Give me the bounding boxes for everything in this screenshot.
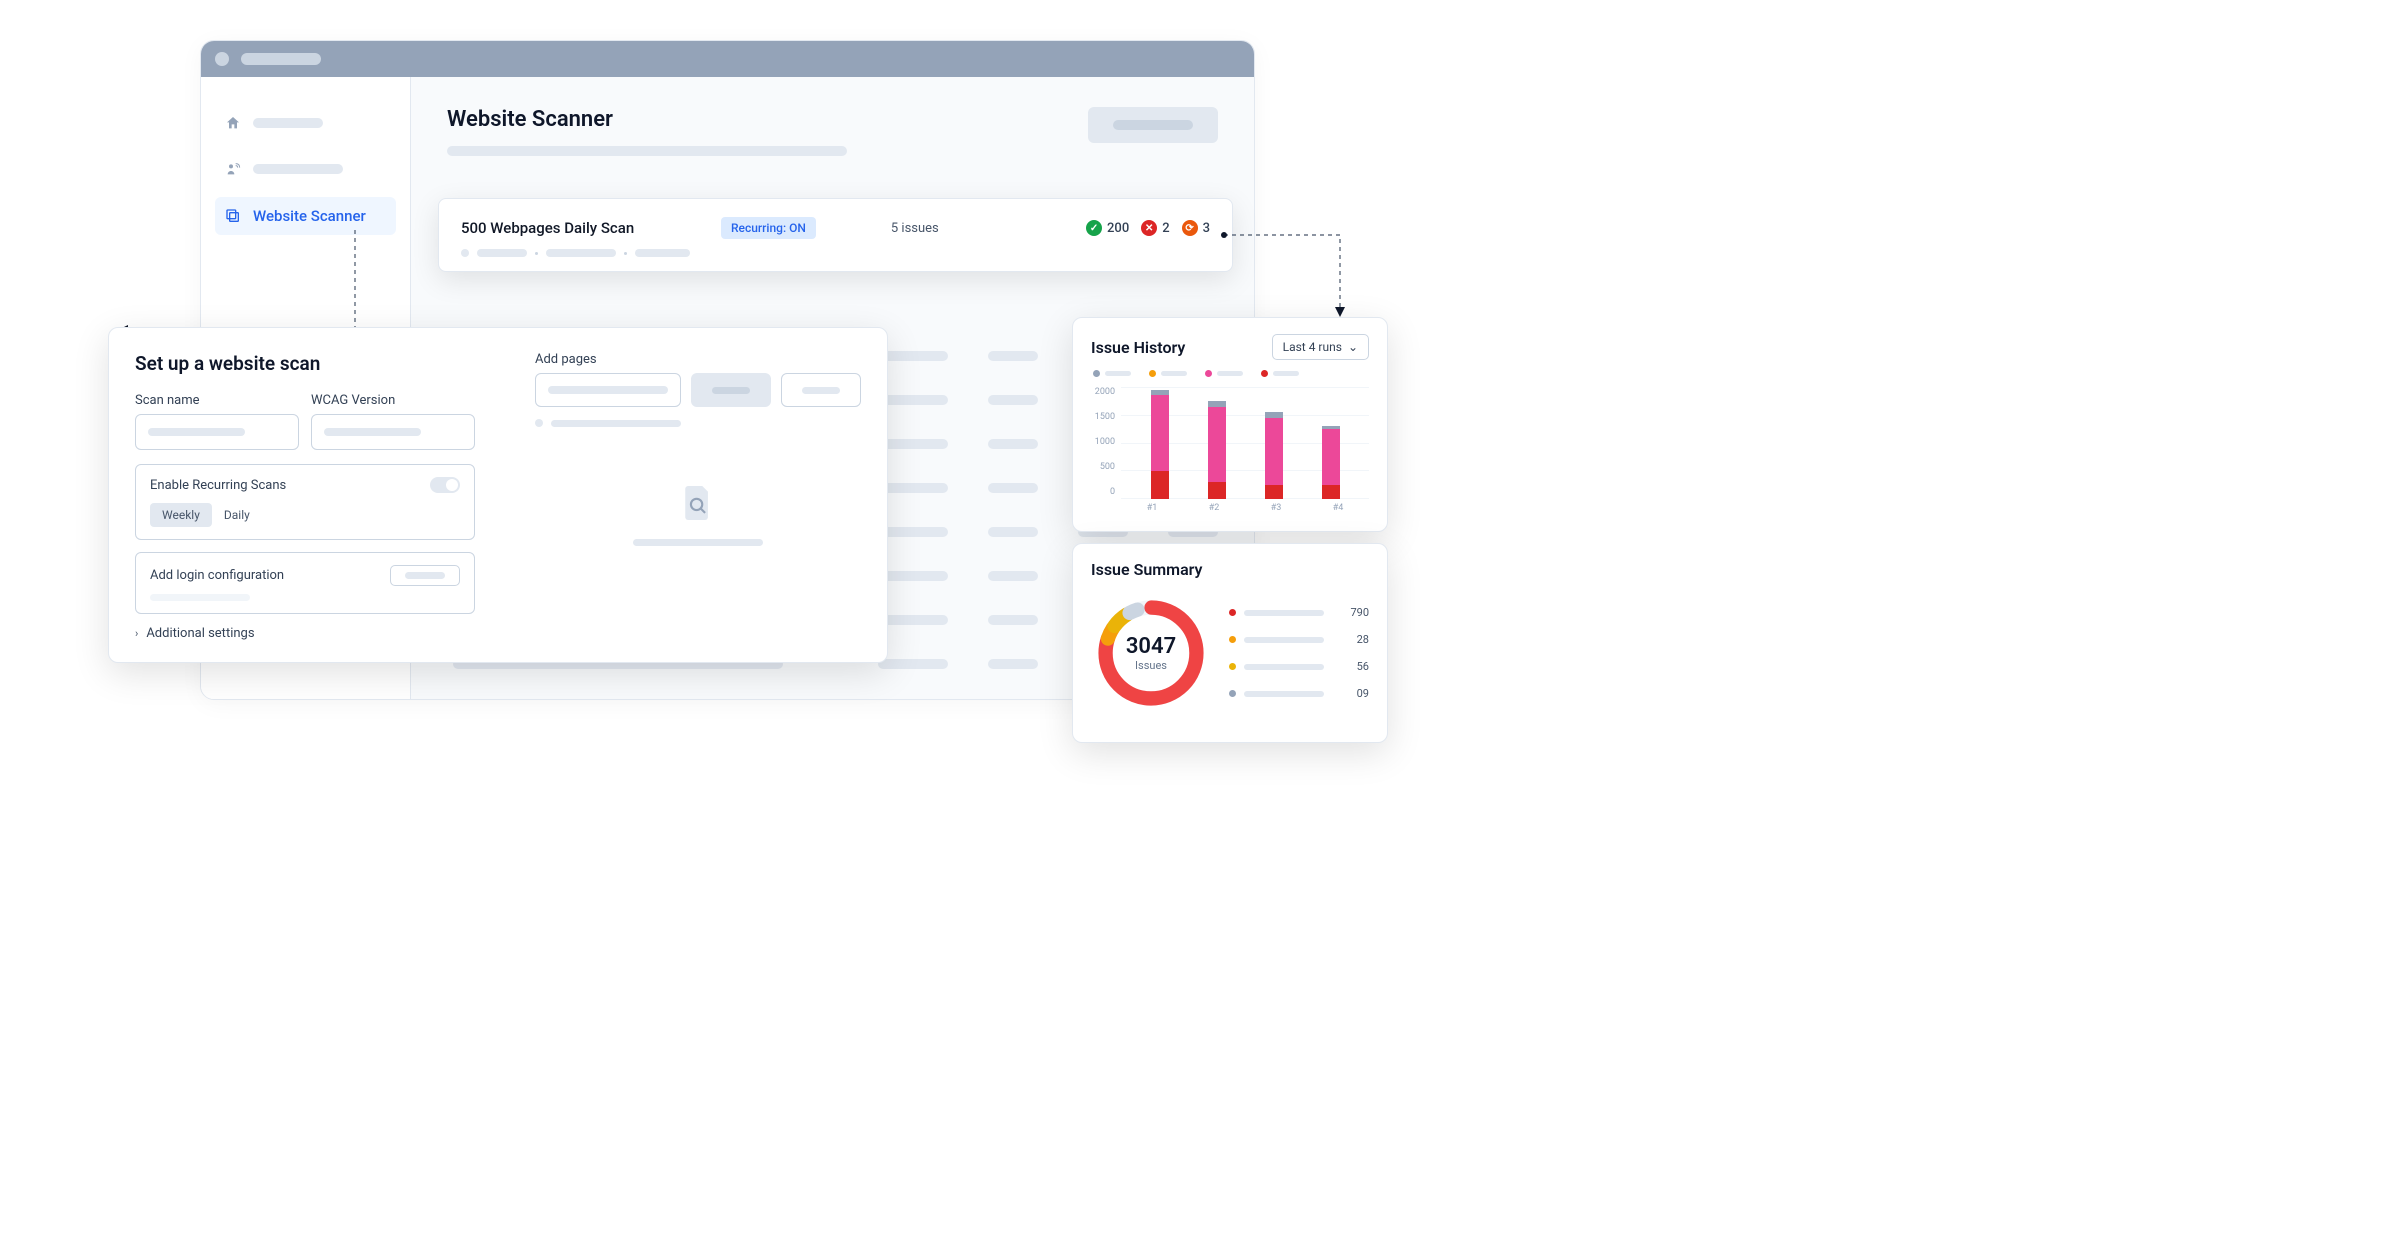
scan-name: 500 Webpages Daily Scan: [461, 219, 711, 237]
additional-settings-toggle[interactable]: › Additional settings: [135, 626, 475, 641]
login-config-button[interactable]: [390, 565, 460, 586]
scan-meta: [461, 249, 1210, 257]
bar: [1151, 390, 1169, 499]
summary-legend: 790 28 56 09: [1229, 606, 1369, 700]
scan-card[interactable]: 500 Webpages Daily Scan Recurring: ON 5 …: [438, 198, 1233, 272]
status-error: ✕ 2: [1141, 220, 1169, 236]
chevron-right-icon: ›: [135, 627, 138, 640]
issue-summary-title: Issue Summary: [1091, 560, 1369, 579]
add-pages-label: Add pages: [535, 352, 861, 367]
login-config-label: Add login configuration: [150, 568, 284, 583]
page-subtitle-placeholder: [447, 146, 847, 156]
sidebar-item-website-scanner[interactable]: Website Scanner: [215, 197, 396, 235]
frequency-tab-daily[interactable]: Daily: [212, 503, 262, 527]
recurring-toggle[interactable]: [430, 477, 460, 493]
page-title: Website Scanner: [447, 107, 847, 132]
chevron-down-icon: ⌄: [1348, 340, 1358, 354]
setup-scan-card: Set up a website scan Scan name WCAG Ver…: [108, 327, 888, 663]
warning-circle-icon: ⟳: [1182, 220, 1198, 236]
recurring-badge: Recurring: ON: [721, 217, 816, 239]
history-range-dropdown[interactable]: Last 4 runs ⌄: [1272, 334, 1369, 360]
empty-text-placeholder: [633, 539, 763, 546]
summary-item: 56: [1229, 660, 1369, 673]
pages-empty-state: [535, 483, 861, 546]
issues-count: 5 issues: [891, 221, 939, 236]
issue-history-title: Issue History: [1091, 338, 1185, 357]
status-group: ✓ 200 ✕ 2 ⟳ 3: [1086, 220, 1210, 236]
frequency-tab-weekly[interactable]: Weekly: [150, 503, 212, 527]
sidebar-label-placeholder: [253, 118, 323, 128]
legend-item: [1149, 370, 1187, 377]
recurring-box: Enable Recurring Scans Weekly Daily: [135, 464, 475, 540]
legend-item: [1205, 370, 1243, 377]
legend-item: [1261, 370, 1299, 377]
add-page-button[interactable]: [691, 373, 771, 407]
window-titlebar: [201, 41, 1254, 77]
issue-summary-card: Issue Summary 3047 Issues 790 28 56 09: [1072, 543, 1388, 743]
bar: [1208, 401, 1226, 499]
login-config-box: Add login configuration: [135, 552, 475, 614]
setup-title: Set up a website scan: [135, 352, 475, 375]
stack-icon: [225, 208, 241, 224]
status-success: ✓ 200: [1086, 220, 1129, 236]
status-warning: ⟳ 3: [1182, 220, 1210, 236]
issue-history-card: Issue History Last 4 runs ⌄ 200015001000…: [1072, 317, 1388, 532]
legend-item: [1093, 370, 1131, 377]
bar: [1322, 426, 1340, 499]
scan-name-input[interactable]: [135, 414, 299, 450]
x-circle-icon: ✕: [1141, 220, 1157, 236]
login-sub-placeholder: [150, 594, 460, 601]
bars: [1121, 387, 1369, 499]
sidebar-item-home[interactable]: [215, 105, 396, 141]
assistive-icon: [225, 161, 241, 177]
document-search-icon: [681, 483, 715, 523]
home-icon: [225, 115, 241, 131]
summary-item: 28: [1229, 633, 1369, 646]
secondary-page-button[interactable]: [781, 373, 861, 407]
pages-sub-row: [535, 419, 861, 427]
x-axis: #1#2#3#4: [1091, 499, 1369, 513]
donut-chart: 3047 Issues: [1091, 593, 1211, 713]
scan-name-label: Scan name: [135, 393, 299, 408]
summary-item: 09: [1229, 687, 1369, 700]
frequency-tabs: Weekly Daily: [150, 503, 460, 527]
bar-chart: 2000150010005000: [1091, 387, 1369, 499]
summary-item: 790: [1229, 606, 1369, 619]
window-control-dot: [215, 52, 229, 66]
page-url-input[interactable]: [535, 373, 681, 407]
wcag-version-select[interactable]: [311, 414, 475, 450]
y-axis: 2000150010005000: [1091, 387, 1115, 499]
wcag-version-label: WCAG Version: [311, 393, 475, 408]
sidebar-label-placeholder: [253, 164, 343, 174]
window-title-placeholder: [241, 53, 321, 65]
total-issues-label: Issues: [1135, 659, 1167, 672]
recurring-label: Enable Recurring Scans: [150, 478, 286, 493]
sidebar-item-assistive[interactable]: [215, 151, 396, 187]
check-circle-icon: ✓: [1086, 220, 1102, 236]
header-action-button[interactable]: [1088, 107, 1218, 143]
bar: [1265, 412, 1283, 499]
sidebar-item-label: Website Scanner: [253, 207, 366, 225]
chart-legend: [1091, 370, 1369, 377]
total-issues-number: 3047: [1126, 634, 1176, 659]
